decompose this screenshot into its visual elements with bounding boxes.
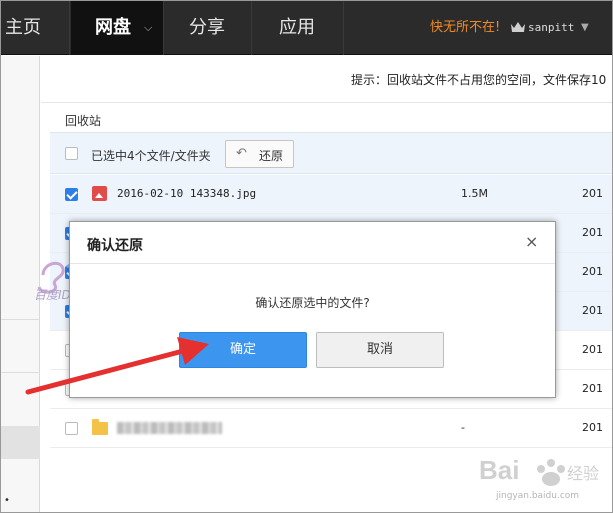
close-icon[interactable]: ×: [525, 233, 538, 251]
sidebar-item-recycle-bin[interactable]: [1, 426, 40, 459]
restore-button-label: 还原: [259, 149, 284, 163]
restore-button[interactable]: ↶ 还原: [225, 140, 294, 168]
undo-icon: ↶: [236, 146, 247, 161]
image-file-icon: [92, 186, 107, 201]
sidebar-divider: [1, 372, 40, 373]
user-menu[interactable]: sanpitt: [528, 1, 574, 55]
nav-netdisk[interactable]: 网盘 ⌵: [71, 1, 163, 55]
selection-count: 已选中4个文件/文件夹: [91, 149, 211, 163]
top-nav: 主页 网盘 ⌵ 分享 应用 快无所不在! sanpitt ▼: [1, 1, 612, 55]
table-row[interactable]: - 201: [50, 409, 612, 448]
selection-toolbar: 已选中4个文件/文件夹 ↶ 还原: [50, 132, 612, 174]
file-date: 201: [582, 265, 603, 278]
file-date: 201: [582, 421, 603, 434]
nav-apps[interactable]: 应用: [279, 1, 315, 55]
chevron-down-icon[interactable]: ▼: [581, 1, 589, 55]
app-window: 主页 网盘 ⌵ 分享 应用 快无所不在! sanpitt ▼ • 多 提示：回收…: [0, 0, 613, 513]
nav-home[interactable]: 主页: [5, 1, 41, 55]
breadcrumb: 回收站: [65, 114, 102, 128]
divider: [41, 102, 612, 103]
confirm-restore-dialog: 确认还原 × 确认还原选中的文件? 确定 取消: [69, 221, 556, 398]
file-date: 201: [582, 226, 603, 239]
chevron-down-icon: ⌵: [144, 21, 153, 34]
sidebar-divider: [1, 319, 40, 320]
dialog-message: 确认还原选中的文件?: [255, 296, 370, 310]
row-checkbox[interactable]: [65, 188, 78, 201]
dialog-title: 确认还原: [87, 238, 143, 254]
folder-icon: [92, 419, 108, 435]
slogan-text: 快无所不在!: [430, 20, 501, 35]
table-row[interactable]: 2016-02-10 143348.jpg 1.5M 201: [50, 175, 612, 214]
sidebar-bullet: •: [4, 495, 10, 506]
file-size: -: [461, 421, 465, 434]
select-all-checkbox[interactable]: [65, 147, 78, 160]
nav-divider: [163, 1, 164, 55]
file-date: 201: [582, 382, 603, 395]
watermark-url: jingyan.baidu.com: [496, 491, 580, 501]
svg-text:Bai: Bai: [479, 455, 519, 485]
file-size: 1.5M: [461, 187, 488, 200]
nav-netdisk-label: 网盘: [95, 17, 131, 38]
dialog-header: 确认还原 ×: [70, 222, 555, 264]
svg-text:经验: 经验: [567, 464, 599, 483]
file-date: 201: [582, 304, 603, 317]
file-date: 201: [582, 343, 603, 356]
file-date: 201: [582, 187, 603, 200]
nav-divider: [69, 1, 70, 55]
confirm-button[interactable]: 确定: [179, 332, 307, 368]
nav-divider: [251, 1, 252, 55]
crown-icon: [511, 22, 525, 32]
cancel-button[interactable]: 取消: [316, 332, 444, 368]
recycle-bin-tip: 提示：回收站文件不占用您的空间，文件保存10: [351, 73, 607, 87]
file-name[interactable]: 2016-02-10 143348.jpg: [117, 187, 256, 200]
nav-divider: [343, 1, 344, 55]
nav-share[interactable]: 分享: [189, 1, 225, 55]
row-checkbox[interactable]: [65, 422, 78, 435]
blurred-file-name: [117, 422, 222, 434]
